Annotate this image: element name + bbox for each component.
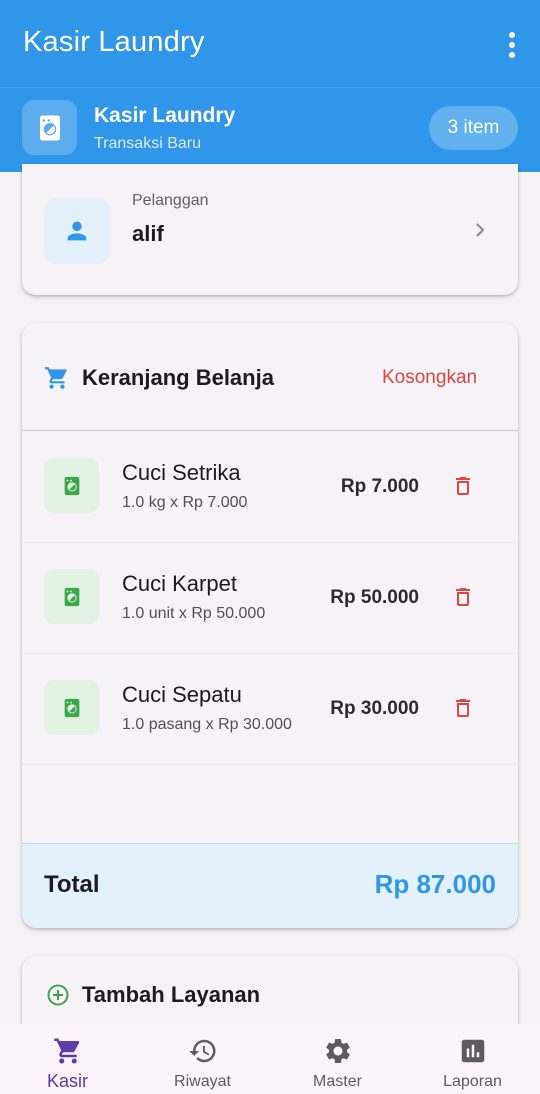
- total-value: Rp 87.000: [374, 869, 496, 899]
- total-label: Total: [44, 871, 100, 898]
- cart-item-name: Cuci Sepatu: [122, 682, 242, 707]
- cart-item-row: Cuci Sepatu 1.0 pasang x Rp 30.000 Rp 30…: [22, 654, 518, 765]
- cart-item-price: Rp 50.000: [330, 587, 419, 608]
- add-service-label: Tambah Layanan: [82, 982, 261, 1007]
- clear-cart-button[interactable]: Kosongkan: [382, 367, 477, 389]
- nav-label-laporan: Laporan: [443, 1073, 502, 1090]
- header-subtitle: Transaksi Baru: [94, 135, 201, 152]
- nav-label-master: Master: [313, 1073, 362, 1090]
- cart-item-price: Rp 7.000: [340, 476, 419, 497]
- cart-card: Keranjang Belanja Kosongkan Cuci Setrika…: [22, 323, 518, 928]
- cart-title: Keranjang Belanja: [82, 365, 274, 390]
- washing-machine-icon: [22, 100, 77, 155]
- settings-icon: [325, 1039, 350, 1063]
- bottom-nav: Kasir Riwayat Master Laporan: [0, 1024, 540, 1094]
- nav-item-kasir[interactable]: Kasir: [0, 1024, 135, 1094]
- cart-item-detail: 1.0 unit x Rp 50.000: [122, 605, 266, 622]
- shopping-cart-icon: [53, 1038, 79, 1064]
- header-divider: [0, 87, 540, 88]
- customer-card[interactable]: Pelanggan alif: [22, 164, 518, 295]
- nav-item-laporan[interactable]: Laporan: [405, 1024, 540, 1094]
- cart-item-row: Cuci Karpet 1.0 unit x Rp 50.000 Rp 50.0…: [22, 543, 518, 654]
- total-bar: Total Rp 87.000: [22, 843, 518, 928]
- app-title: Kasir Laundry: [23, 26, 205, 58]
- more-vert-icon[interactable]: [506, 32, 518, 58]
- cart-item-price: Rp 30.000: [330, 698, 419, 719]
- delete-icon[interactable]: [451, 473, 475, 499]
- shopping-cart-icon: [45, 367, 67, 389]
- delete-icon[interactable]: [451, 695, 475, 721]
- cart-item-name: Cuci Karpet: [122, 571, 237, 596]
- header-title: Kasir Laundry: [94, 104, 236, 127]
- cart-item-detail: 1.0 pasang x Rp 30.000: [122, 716, 292, 733]
- washing-machine-icon: [44, 569, 99, 624]
- item-count-badge: 3 item: [429, 106, 518, 150]
- washing-machine-icon: [44, 458, 99, 513]
- chevron-right-icon: [476, 223, 485, 237]
- person-icon: [44, 198, 110, 264]
- add-circle-icon: [47, 984, 69, 1006]
- delete-icon[interactable]: [451, 584, 475, 610]
- chart-icon: [461, 1039, 484, 1063]
- nav-label-kasir: Kasir: [46, 1071, 88, 1091]
- app-bar: Kasir Laundry Kasir Laundry Transaksi Ba…: [0, 0, 540, 172]
- washing-machine-icon: [44, 680, 99, 735]
- nav-label-riwayat: Riwayat: [174, 1073, 231, 1090]
- cart-header: Keranjang Belanja Kosongkan: [22, 323, 518, 431]
- cart-item-detail: 1.0 kg x Rp 7.000: [122, 494, 248, 511]
- customer-name: alif: [132, 221, 164, 246]
- history-icon: [188, 1039, 215, 1063]
- cart-item-name: Cuci Setrika: [122, 460, 241, 485]
- customer-label: Pelanggan: [132, 192, 209, 209]
- nav-item-riwayat[interactable]: Riwayat: [135, 1024, 270, 1094]
- nav-item-master[interactable]: Master: [270, 1024, 405, 1094]
- cart-item-row: Cuci Setrika 1.0 kg x Rp 7.000 Rp 7.000: [22, 432, 518, 543]
